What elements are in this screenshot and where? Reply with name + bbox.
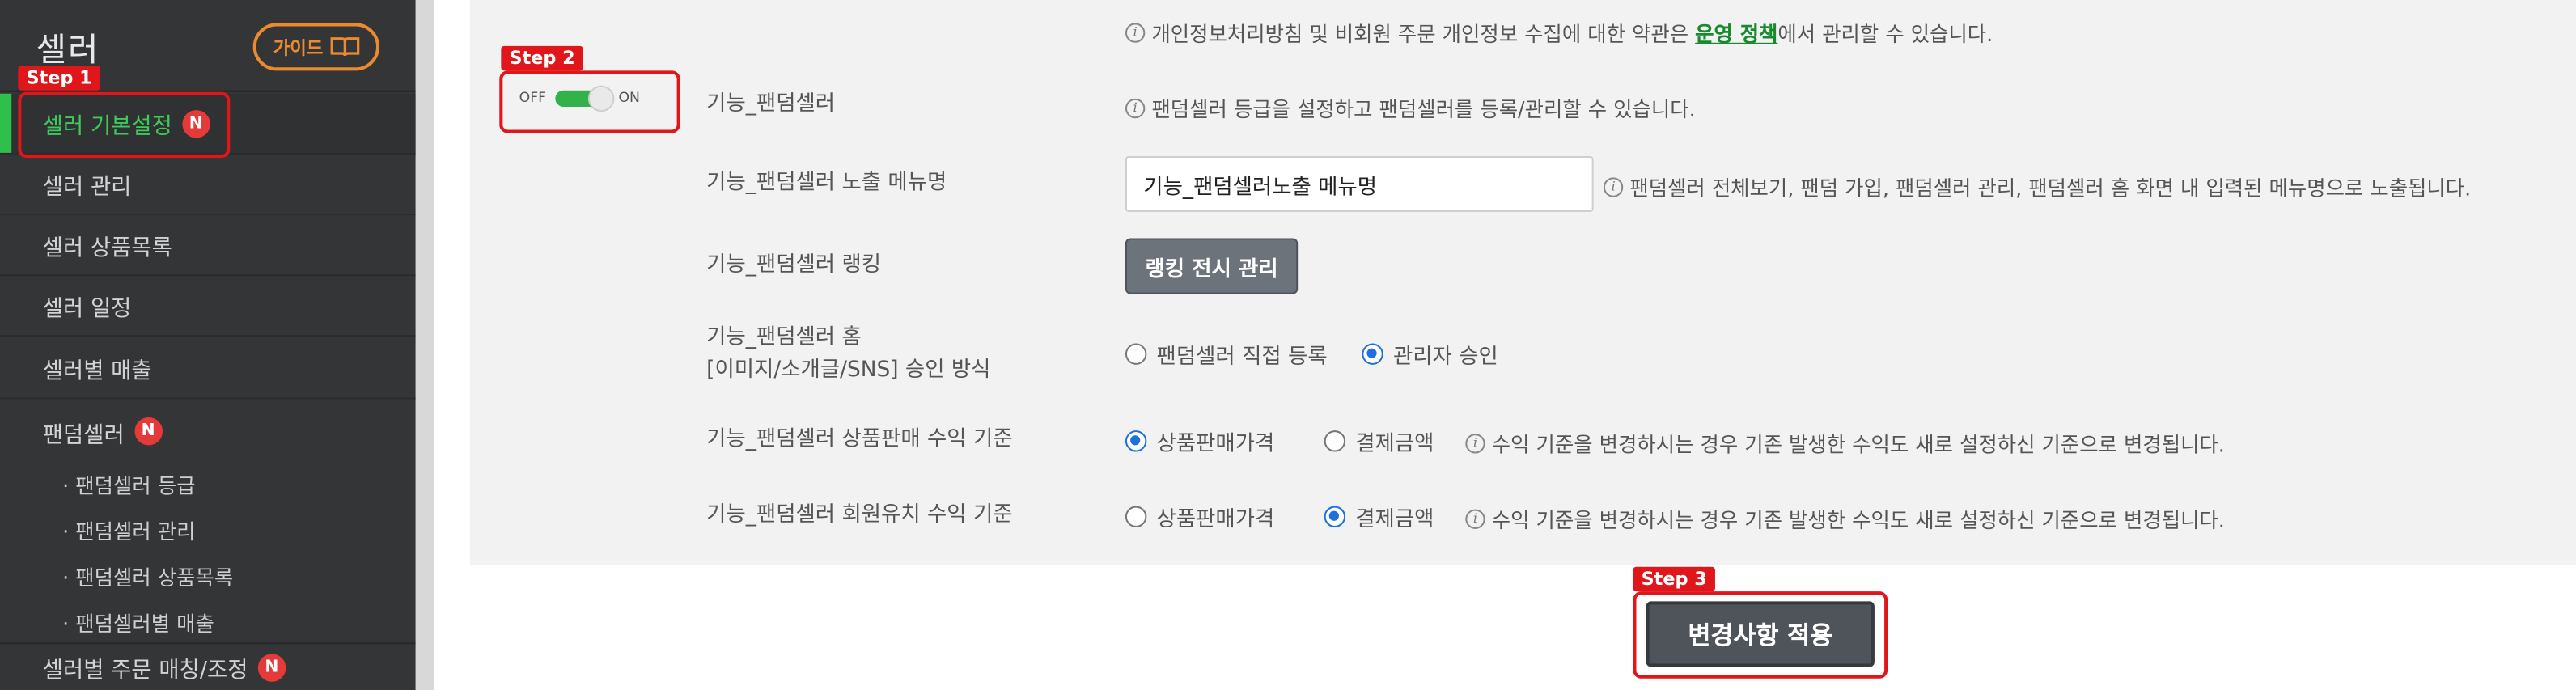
sidebar-item-seller-management[interactable]: 셀러 관리 (0, 155, 416, 216)
sidebar-item-label: 팬덤셀러 (42, 421, 125, 448)
new-badge: N (133, 417, 163, 446)
menu-name-info: i 팬덤셀러 전체보기, 팬덤 가입, 팬덤셀러 관리, 팬덤셀러 홈 화면 내… (1603, 171, 2471, 202)
fandom-seller-info: i 팬덤셀러 등급을 설정하고 팬덤셀러를 등록/관리할 수 있습니다. (1125, 92, 1696, 124)
radio-button[interactable] (1125, 506, 1147, 527)
policy-info: i 개인정보처리방침 및 비회원 주문 개인정보 수집에 대한 약관은 운영 정… (1125, 16, 1993, 48)
menu-name-input[interactable] (1125, 155, 1594, 212)
radio-button[interactable] (1362, 343, 1383, 365)
step3-tag: Step 3 (1633, 566, 1715, 592)
step1-highlight (18, 91, 231, 158)
sidebar-item-order-matching[interactable]: 셀러별 주문 매칭/조정 N (0, 644, 416, 690)
content-gutter (415, 0, 434, 690)
fandom-seller-label: 기능_팬덤셀러 (706, 91, 836, 117)
sidebar-item-seller-products[interactable]: 셀러 상품목록 (0, 215, 416, 277)
radio-button[interactable] (1324, 506, 1346, 527)
sidebar-subitem-fandom-sales[interactable]: · 팬덤셀러별 매출 (62, 606, 214, 637)
sidebar-item-label: 셀러 일정 (42, 295, 132, 323)
ranking-label: 기능_팬덤셀러 랭킹 (706, 252, 882, 278)
step1-tag: Step 1 (18, 66, 100, 91)
app-root: 셀러 가이드 셀러 기본설정 N 셀러 관리 셀러 상품목록 셀러 일정 셀러별… (0, 0, 2576, 690)
step3-highlight (1633, 591, 1888, 679)
radio-sales-price-member[interactable]: 상품판매가격 (1125, 501, 1274, 532)
sales-basis-label: 기능_팬덤셀러 상품판매 수익 기준 (706, 427, 1013, 452)
sidebar-item-label: 셀러별 매출 (42, 358, 152, 385)
new-badge: N (257, 653, 286, 681)
ranking-display-button[interactable]: 랭킹 전시 관리 (1125, 238, 1299, 294)
info-icon: i (1465, 508, 1485, 528)
sidebar-item-label: 셀러 상품목록 (42, 235, 172, 261)
operation-policy-link[interactable]: 운영 정책 (1695, 21, 1777, 45)
radio-sales-price[interactable]: 상품판매가격 (1125, 425, 1274, 457)
member-basis-info: i 수익 기준을 변경하시는 경우 기존 발생한 수익도 새로 설정하신 기준으… (1465, 502, 2225, 534)
sales-basis-info: i 수익 기준을 변경하시는 경우 기존 발생한 수익도 새로 설정하신 기준으… (1465, 427, 2225, 459)
info-icon: i (1125, 97, 1146, 118)
active-indicator (0, 93, 12, 153)
sidebar-subitem-fandom-products[interactable]: · 팬덤셀러 상품목록 (62, 561, 233, 592)
guide-button[interactable]: 가이드 (252, 23, 380, 71)
sidebar-subitem-fandom-grade[interactable]: · 팬덤셀러 등급 (62, 468, 195, 500)
home-approval-label-line1: 기능_팬덤셀러 홈 (706, 325, 862, 350)
home-approval-label-line2: [이미지/소개글/SNS] 승인 방식 (706, 358, 991, 383)
sidebar-subitem-fandom-management[interactable]: · 팬덤셀러 관리 (62, 514, 195, 546)
sidebar-item-seller-sales[interactable]: 셀러별 매출 (0, 338, 416, 400)
policy-info-suffix: 에서 관리할 수 있습니다. (1777, 21, 1993, 46)
guide-label: 가이드 (273, 36, 324, 59)
info-icon: i (1603, 176, 1624, 197)
radio-payment-amount[interactable]: 결제금액 (1324, 425, 1434, 457)
radio-direct-register[interactable]: 팬덤셀러 직접 등록 (1125, 338, 1328, 370)
radio-admin-approval[interactable]: 관리자 승인 (1362, 338, 1498, 370)
sidebar-title: 셀러 (36, 29, 100, 70)
radio-button[interactable] (1324, 430, 1346, 452)
radio-payment-amount-member[interactable]: 결제금액 (1324, 501, 1434, 532)
sidebar-item-seller-schedule[interactable]: 셀러 일정 (0, 276, 416, 337)
book-icon (329, 37, 359, 57)
member-basis-label: 기능_팬덤셀러 회원유치 수익 기준 (706, 502, 1013, 527)
policy-info-prefix: 개인정보처리방침 및 비회원 주문 개인정보 수집에 대한 약관은 (1151, 21, 1696, 46)
radio-button[interactable] (1125, 343, 1147, 365)
step2-tag: Step 2 (501, 45, 583, 71)
radio-button[interactable] (1125, 430, 1147, 452)
info-icon: i (1465, 433, 1485, 453)
info-icon: i (1125, 22, 1146, 42)
sidebar-item-label: 셀러 관리 (42, 174, 132, 201)
sidebar-item-fandom-seller[interactable]: 팬덤셀러 N (0, 401, 416, 462)
sidebar-item-label: 셀러별 주문 매칭/조정 (42, 657, 248, 684)
step2-highlight (499, 70, 680, 133)
menu-name-label: 기능_팬덤셀러 노출 메뉴명 (706, 171, 947, 196)
